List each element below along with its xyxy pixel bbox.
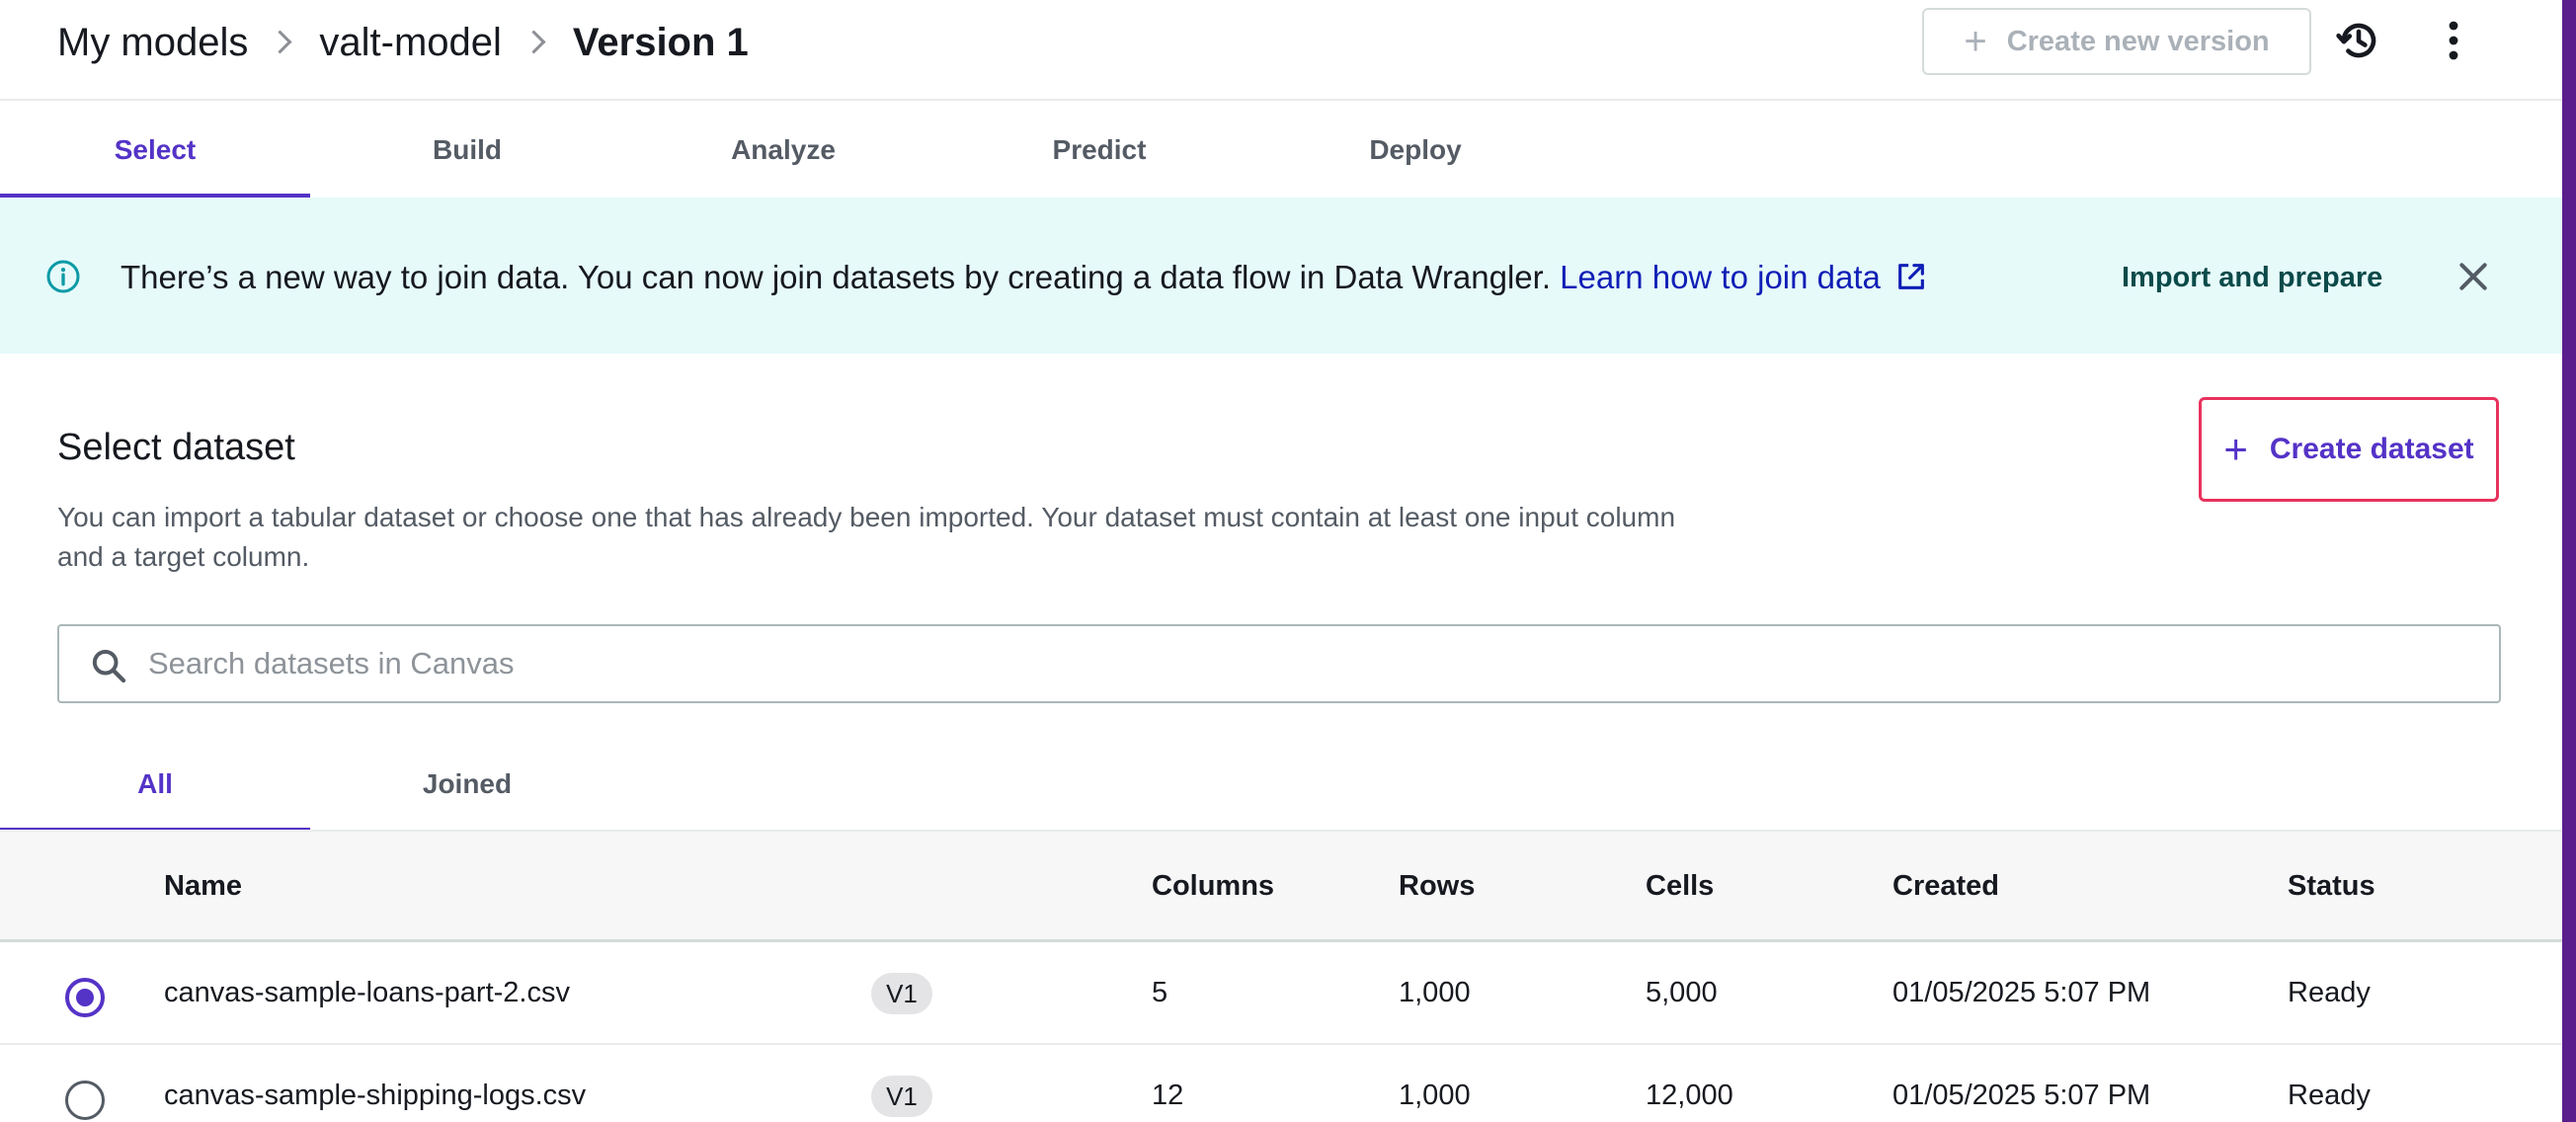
column-header-created[interactable]: Created: [1892, 832, 1999, 941]
dataset-cells: 5,000: [1646, 977, 1718, 1008]
create-dataset-label: Create dataset: [2269, 433, 2474, 465]
tab-build[interactable]: Build: [312, 103, 622, 198]
history-icon[interactable]: [2335, 17, 2382, 64]
breadcrumb-my-models[interactable]: My models: [57, 21, 248, 65]
dataset-created: 01/05/2025 5:07 PM: [1892, 977, 2151, 1008]
tab-predict[interactable]: Predict: [944, 103, 1254, 198]
dataset-name: canvas-sample-loans-part-2.csv: [164, 977, 570, 1008]
breadcrumb-model[interactable]: valt-model: [319, 21, 502, 65]
adjacent-window-edge: [2562, 0, 2576, 1122]
version-badge: V1: [871, 1076, 932, 1117]
tab-all[interactable]: All: [0, 737, 310, 832]
datasets-table: Name Columns Rows Cells Created Status c…: [0, 830, 2562, 1122]
external-link-icon[interactable]: [1894, 260, 1928, 293]
dataset-cells: 12,000: [1646, 1080, 1733, 1111]
column-header-name[interactable]: Name: [164, 832, 242, 941]
info-icon: [46, 260, 80, 293]
table-row[interactable]: canvas-sample-loans-part-2.csv V1 5 1,00…: [0, 942, 2562, 1045]
plus-icon: +: [2223, 426, 2248, 472]
search-field[interactable]: [57, 624, 2501, 703]
table-row[interactable]: canvas-sample-shipping-logs.csv V1 12 1,…: [0, 1045, 2562, 1122]
close-icon[interactable]: [2454, 257, 2493, 296]
search-input[interactable]: [148, 626, 2479, 701]
dataset-status: Ready: [2288, 977, 2371, 1008]
version-badge: V1: [871, 973, 932, 1014]
tab-joined[interactable]: Joined: [312, 737, 622, 832]
row-radio[interactable]: [65, 978, 105, 1017]
plus-icon: +: [1964, 20, 1987, 63]
stage-tabs: Select Build Analyze Predict Deploy: [0, 103, 1580, 198]
import-and-prepare-button[interactable]: Import and prepare: [2122, 259, 2382, 296]
more-options-icon[interactable]: [2436, 17, 2471, 64]
dataset-tabs: All Joined: [0, 737, 790, 832]
section-description: You can import a tabular dataset or choo…: [57, 502, 1676, 572]
dataset-name: canvas-sample-shipping-logs.csv: [164, 1080, 587, 1111]
section-title: Select dataset: [57, 427, 295, 468]
dataset-status: Ready: [2288, 1080, 2371, 1111]
chevron-right-icon: [523, 31, 547, 54]
dataset-columns: 5: [1152, 977, 1168, 1008]
tab-select[interactable]: Select: [0, 103, 310, 198]
dataset-columns: 12: [1152, 1080, 1184, 1111]
breadcrumb: My models valt-model Version 1: [57, 18, 749, 67]
tab-deploy[interactable]: Deploy: [1260, 103, 1570, 198]
create-new-version-label: Create new version: [2006, 25, 2270, 57]
banner-text: There’s a new way to join data. You can …: [121, 259, 1561, 295]
search-icon: [92, 649, 126, 683]
table-header: Name Columns Rows Cells Created Status: [0, 830, 2562, 942]
create-new-version-button[interactable]: + Create new version: [1922, 8, 2311, 75]
learn-join-data-link[interactable]: Learn how to join data: [1560, 259, 1881, 295]
dataset-created: 01/05/2025 5:07 PM: [1892, 1080, 2151, 1111]
column-header-cells[interactable]: Cells: [1646, 832, 1714, 941]
column-header-rows[interactable]: Rows: [1399, 832, 1475, 941]
column-header-columns[interactable]: Columns: [1152, 832, 1274, 941]
row-radio[interactable]: [65, 1081, 105, 1120]
banner-message: There’s a new way to join data. You can …: [121, 259, 1928, 296]
canvas-main: My models valt-model Version 1 + Create …: [0, 0, 2562, 1122]
dataset-rows: 1,000: [1399, 1080, 1471, 1111]
breadcrumb-current: Version 1: [572, 20, 749, 64]
create-dataset-button[interactable]: + Create dataset: [2199, 397, 2499, 502]
dataset-rows: 1,000: [1399, 977, 1471, 1008]
column-header-status[interactable]: Status: [2288, 832, 2375, 941]
tab-analyze[interactable]: Analyze: [628, 103, 938, 198]
page-header: My models valt-model Version 1 + Create …: [0, 0, 2562, 101]
chevron-right-icon: [270, 31, 293, 54]
